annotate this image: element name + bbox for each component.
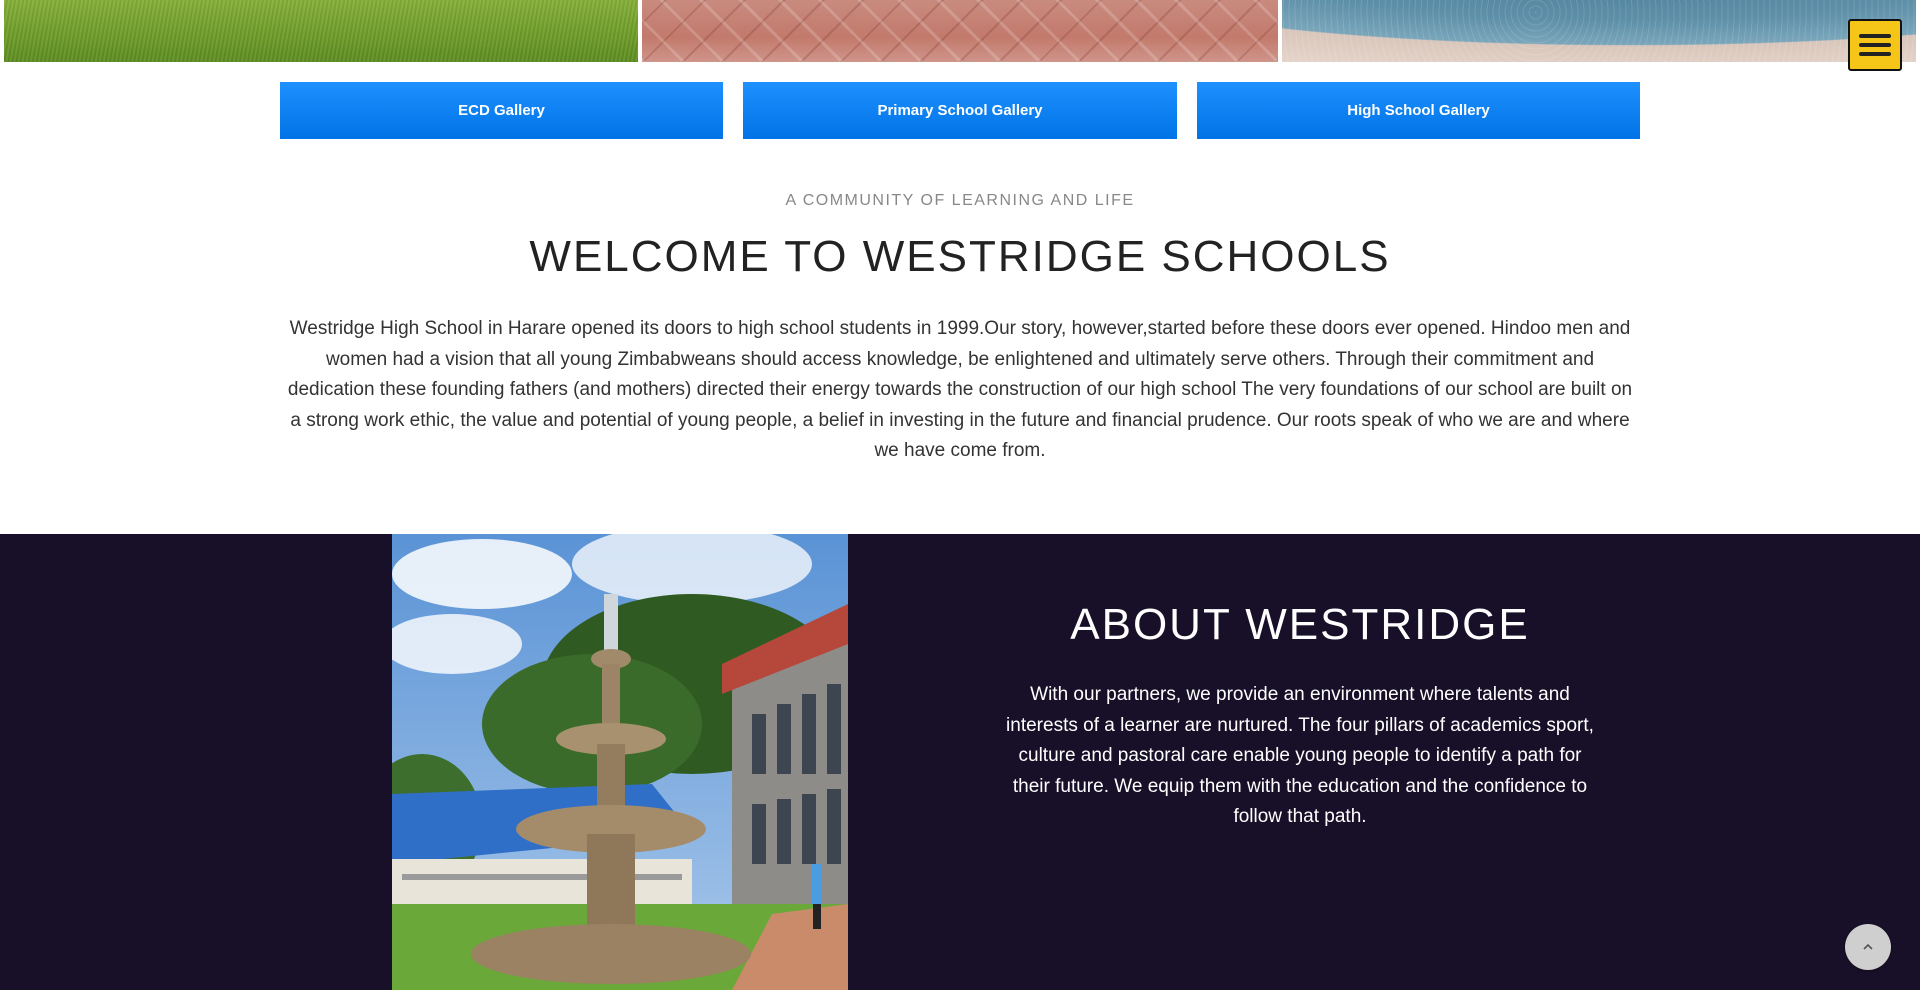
high-school-gallery-button[interactable]: High School Gallery [1197,82,1640,139]
primary-school-gallery-button[interactable]: Primary School Gallery [743,82,1177,139]
about-fountain-photo [392,534,848,990]
ecd-gallery-button[interactable]: ECD Gallery [280,82,723,139]
hamburger-menu-icon-bar [1859,43,1891,47]
scroll-to-top-button[interactable] [1845,924,1891,970]
welcome-title: WELCOME TO WESTRIDGE SCHOOLS [529,232,1391,281]
menu-button[interactable] [1848,19,1902,71]
gallery-image-fountain-pool [1282,0,1916,62]
gallery-image-brick-paving [642,0,1278,62]
welcome-eyebrow: A COMMUNITY OF LEARNING AND LIFE [785,192,1135,209]
gallery-image-grass [4,0,638,62]
about-section: ABOUT WESTRIDGE With our partners, we pr… [0,534,1920,990]
chevron-up-icon [1863,943,1873,950]
about-body: With our partners, we provide an environ… [1006,684,1594,827]
hamburger-menu-icon [1859,34,1891,38]
hamburger-menu-icon-bar [1859,52,1891,56]
welcome-body: Westridge High School in Harare opened i… [287,318,1633,461]
about-title: ABOUT WESTRIDGE [1070,600,1530,649]
top-image-strip [0,0,1920,62]
